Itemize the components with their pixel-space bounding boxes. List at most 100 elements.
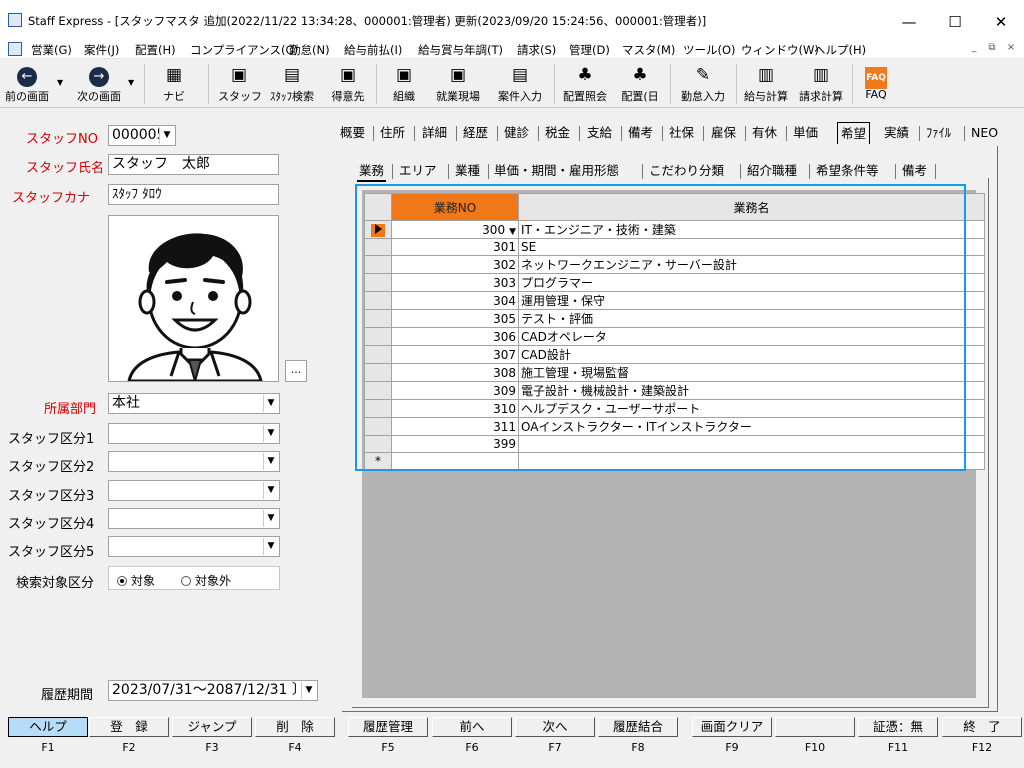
- assignment-inquiry-button[interactable]: ♣ 配置照会: [558, 62, 612, 106]
- staff-no-select[interactable]: 000005 ▼: [108, 125, 176, 146]
- tab-payment[interactable]: 支給: [584, 122, 615, 144]
- tab-address[interactable]: 住所: [377, 122, 408, 144]
- mdi-child-icon[interactable]: [8, 42, 22, 56]
- history-period-select[interactable]: 2023/07/31～2087/12/31 〕 ▼: [108, 680, 318, 701]
- mdi-restore-button[interactable]: ⧉: [984, 42, 1000, 56]
- menu-master[interactable]: マスタ(M): [622, 42, 675, 58]
- staff-cat2-select[interactable]: ▼: [108, 451, 280, 472]
- photo-browse-button[interactable]: ...: [285, 360, 307, 382]
- tab-files[interactable]: ﾌｧｲﾙ: [923, 122, 954, 144]
- menu-kintai[interactable]: 勤怠(N): [289, 42, 330, 58]
- menu-kanri[interactable]: 管理(D): [569, 42, 610, 58]
- help-button[interactable]: ヘルプ: [8, 717, 88, 737]
- back-button[interactable]: ← 前の画面: [2, 62, 52, 106]
- chevron-down-icon[interactable]: ▼: [263, 425, 278, 442]
- assignment-daily-button[interactable]: ♣ 配置(日: [616, 62, 664, 106]
- tab-tax[interactable]: 税金: [542, 122, 573, 144]
- delete-button[interactable]: 削 除: [255, 717, 335, 737]
- menu-help[interactable]: ヘルプ(H): [814, 42, 866, 58]
- dept-label: 所属部門: [44, 402, 97, 417]
- faq-button[interactable]: FAQ FAQ: [858, 62, 894, 106]
- menu-seikyu[interactable]: 請求(S): [517, 42, 556, 58]
- radio-target[interactable]: 対象: [117, 572, 155, 589]
- client-button[interactable]: ▣ 得意先: [326, 62, 370, 106]
- assignment-inquiry-icon: ♣: [577, 65, 593, 85]
- jump-button[interactable]: ジャンプ: [172, 717, 252, 737]
- subtab-area[interactable]: エリア: [397, 160, 439, 182]
- billing-button[interactable]: ▥ 請求計算: [794, 62, 848, 106]
- tab-preferences[interactable]: 希望: [837, 122, 871, 144]
- staff-search-button[interactable]: ▤ ｽﾀｯﾌ検索: [264, 62, 320, 106]
- menu-window[interactable]: ウィンドウ(W): [741, 42, 819, 58]
- chevron-down-icon[interactable]: ▼: [263, 453, 278, 470]
- next-button[interactable]: 次へ: [515, 717, 595, 737]
- register-button[interactable]: 登 録: [89, 717, 169, 737]
- screen-clear-button[interactable]: 画面クリア: [692, 717, 772, 737]
- exit-button[interactable]: 終 了: [942, 717, 1022, 737]
- close-button[interactable]: ✕: [978, 8, 1024, 36]
- maximize-button[interactable]: ☐: [932, 8, 978, 36]
- previous-button[interactable]: 前へ: [432, 717, 512, 737]
- tab-neo[interactable]: NEO: [968, 122, 1001, 144]
- history-management-button[interactable]: 履歴管理: [348, 717, 428, 737]
- radio-unchecked-icon: [181, 576, 191, 586]
- back-dropdown-icon[interactable]: ▼: [57, 78, 63, 87]
- staff-photo[interactable]: [108, 215, 279, 385]
- mdi-close-button[interactable]: ×: [1003, 42, 1019, 56]
- menu-maebarai[interactable]: 給与前払(I): [344, 42, 402, 58]
- chevron-down-icon[interactable]: ▼: [263, 510, 278, 527]
- worksite-button[interactable]: ▣ 就業現場: [432, 62, 484, 106]
- chevron-down-icon[interactable]: ▼: [263, 395, 278, 412]
- menu-compliance[interactable]: コンプライアンス(C): [190, 42, 298, 58]
- subtab-referral-job[interactable]: 紹介職種: [745, 160, 799, 182]
- tab-details[interactable]: 詳細: [419, 122, 450, 144]
- tab-career[interactable]: 経歴: [460, 122, 491, 144]
- menu-eigyo[interactable]: 営業(G): [31, 42, 72, 58]
- chevron-down-icon[interactable]: ▼: [159, 127, 174, 144]
- history-merge-button[interactable]: 履歴結合: [598, 717, 678, 737]
- staff-cat4-select[interactable]: ▼: [108, 508, 280, 529]
- tab-overview[interactable]: 概要: [337, 122, 368, 144]
- payroll-button[interactable]: ▥ 給与計算: [740, 62, 792, 106]
- forward-dropdown-icon[interactable]: ▼: [128, 78, 134, 87]
- staff-cat1-select[interactable]: ▼: [108, 423, 280, 444]
- staff-button[interactable]: ▣ スタッフ: [218, 62, 262, 106]
- organization-button[interactable]: ▣ 組織: [386, 62, 422, 106]
- staff-name-field[interactable]: スタッフ 太郎: [108, 154, 279, 175]
- chevron-down-icon[interactable]: ▼: [301, 682, 316, 699]
- menu-anken[interactable]: 案件(J): [84, 42, 119, 58]
- attendance-input-button[interactable]: ✎ 勤怠入力: [676, 62, 730, 106]
- staff-cat5-select[interactable]: ▼: [108, 536, 280, 557]
- tab-remarks[interactable]: 備考: [625, 122, 656, 144]
- dept-select[interactable]: 本社 ▼: [108, 393, 280, 414]
- subtab-special-category[interactable]: こだわり分類: [647, 160, 726, 182]
- subtab-price-period-employment[interactable]: 単価・期間・雇用形態: [492, 160, 621, 182]
- project-input-button[interactable]: ▤ 案件入力: [492, 62, 548, 106]
- subtab-work[interactable]: 業務: [357, 160, 387, 182]
- forward-button[interactable]: → 次の画面: [72, 62, 126, 106]
- navi-button[interactable]: ▦ ナビ: [156, 62, 192, 106]
- tab-social-insurance[interactable]: 社保: [666, 122, 697, 144]
- staff-kana-field[interactable]: ｽﾀｯﾌ ﾀﾛｳ: [108, 184, 279, 205]
- menu-kyuyo[interactable]: 給与賞与年調(T): [418, 42, 503, 58]
- chevron-down-icon[interactable]: ▼: [263, 482, 278, 499]
- tab-results[interactable]: 実績: [881, 122, 912, 144]
- menu-tool[interactable]: ツール(O): [683, 42, 736, 58]
- subtab-industry[interactable]: 業種: [453, 160, 482, 182]
- chevron-down-icon[interactable]: ▼: [263, 538, 278, 555]
- staff-cat3-select[interactable]: ▼: [108, 480, 280, 501]
- menu-haichi[interactable]: 配置(H): [135, 42, 176, 58]
- tab-unit-price[interactable]: 単価: [790, 122, 821, 144]
- mdi-minimize-button[interactable]: _: [966, 42, 982, 56]
- subtab-notes[interactable]: 備考: [900, 160, 929, 182]
- tab-employment-insurance[interactable]: 雇保: [708, 122, 739, 144]
- staff-cat5-label: スタッフ区分5: [8, 545, 95, 560]
- subtab-desired-conditions[interactable]: 希望条件等: [814, 160, 881, 182]
- voucher-button[interactable]: 証憑：無: [858, 717, 938, 737]
- tab-health-check[interactable]: 健診: [501, 122, 532, 144]
- staff-avatar-illustration: [127, 233, 263, 385]
- tab-paid-leave[interactable]: 有休: [749, 122, 780, 144]
- f10-button[interactable]: [775, 717, 855, 737]
- minimize-button[interactable]: —: [886, 8, 932, 36]
- radio-exclude[interactable]: 対象外: [181, 572, 231, 589]
